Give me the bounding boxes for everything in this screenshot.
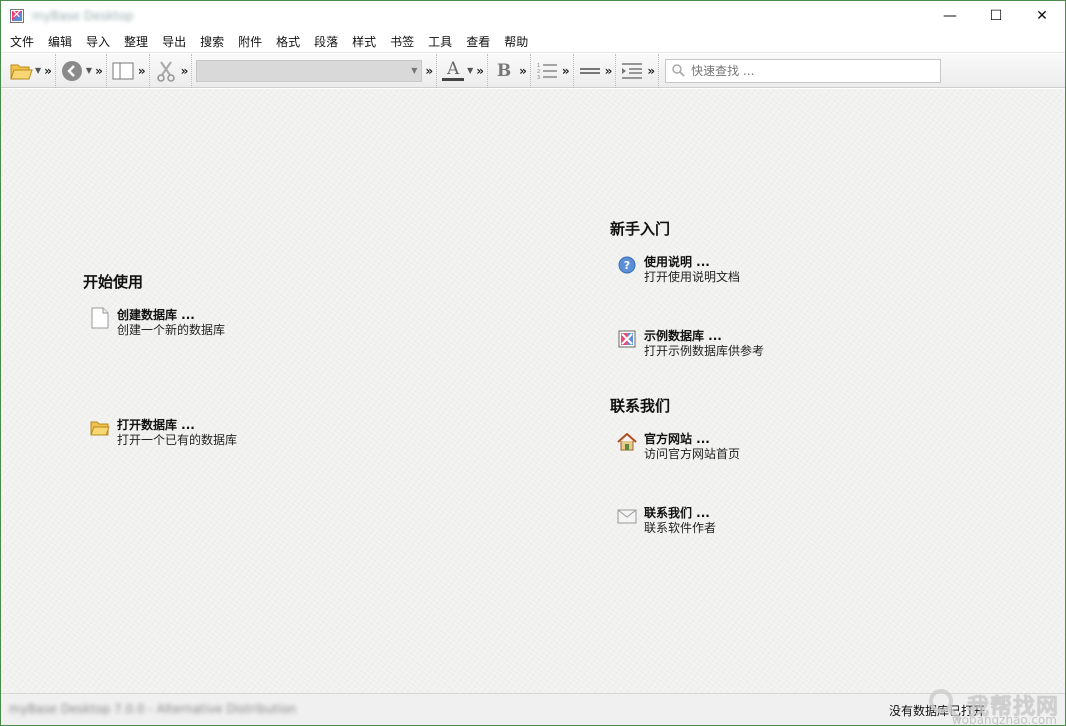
manual-desc: 打开使用说明文档 — [644, 270, 741, 284]
menu-help[interactable]: 帮助 — [497, 31, 535, 53]
back-arrow-icon[interactable] — [60, 59, 84, 83]
scissors-icon[interactable] — [154, 59, 178, 83]
search-icon — [672, 64, 685, 77]
guide-heading: 新手入门 — [610, 220, 671, 238]
indent-icon[interactable] — [620, 59, 644, 83]
menu-organize[interactable]: 整理 — [117, 31, 155, 53]
bold-button[interactable]: B — [492, 59, 516, 83]
toolbar-more-nav[interactable]: » — [95, 64, 103, 78]
create-database-desc: 创建一个新的数据库 — [117, 323, 226, 337]
quick-search-box[interactable] — [665, 58, 942, 83]
close-button[interactable]: ✕ — [1019, 1, 1065, 31]
toolbar-group-list: 123 » — [529, 53, 573, 88]
toolbar-more-layout[interactable]: » — [138, 64, 146, 78]
toolbar-group-font: ▼ » — [191, 53, 436, 88]
watermark-url: wobangzhao.com — [951, 713, 1057, 726]
menu-format[interactable]: 格式 — [269, 31, 307, 53]
manual-link[interactable]: ? 使用说明 ... 打开使用说明文档 — [617, 255, 740, 285]
numbered-list-icon[interactable]: 123 — [535, 59, 559, 83]
toolbar-more-color[interactable]: » — [476, 64, 484, 78]
app-logo-icon — [10, 8, 24, 23]
menu-bar: 文件 编辑 导入 整理 导出 搜索 附件 格式 段落 样式 书签 工具 查看 帮… — [1, 31, 1065, 53]
toolbar-more-bold[interactable]: » — [519, 64, 527, 78]
help-icon: ? — [617, 255, 637, 275]
open-database-title[interactable]: 打开数据库 ... — [117, 418, 237, 433]
quick-search-input[interactable] — [691, 63, 922, 78]
menu-tools[interactable]: 工具 — [421, 31, 459, 53]
toolbar-more-indent[interactable]: » — [647, 64, 655, 78]
toolbar-more-font[interactable]: » — [425, 64, 433, 78]
create-database-title[interactable]: 创建数据库 ... — [117, 308, 225, 323]
chevron-down-icon: ▼ — [411, 66, 418, 75]
sample-db-icon — [617, 329, 637, 349]
menu-attachment[interactable]: 附件 — [231, 31, 269, 53]
font-color-swatch — [442, 77, 465, 81]
toolbar-group-nav: ▼ » — [54, 53, 106, 88]
official-website-link[interactable]: 官方网站 ... 访问官方网站首页 — [617, 432, 740, 462]
font-color-dropdown-arrow[interactable]: ▼ — [467, 66, 473, 75]
welcome-page: 开始使用 创建数据库 ... 创建一个新的数据库 打开数据库 ... 打开一个已… — [1, 89, 1065, 693]
svg-text:?: ? — [624, 259, 630, 272]
font-family-select[interactable]: ▼ — [196, 59, 423, 82]
toolbar-more-edit[interactable]: » — [181, 64, 189, 78]
toolbar-more-file[interactable]: » — [44, 64, 52, 78]
toolbar-more-rule[interactable]: » — [605, 64, 613, 78]
open-database-link[interactable]: 打开数据库 ... 打开一个已有的数据库 — [90, 418, 237, 448]
open-folder-icon — [90, 418, 110, 438]
sample-database-title[interactable]: 示例数据库 ... — [644, 329, 764, 344]
create-database-link[interactable]: 创建数据库 ... 创建一个新的数据库 — [90, 307, 226, 338]
sample-database-link[interactable]: 示例数据库 ... 打开示例数据库供参考 — [617, 329, 764, 359]
menu-search[interactable]: 搜索 — [193, 31, 231, 53]
menu-style[interactable]: 样式 — [345, 31, 383, 53]
official-website-desc: 访问官方网站首页 — [644, 447, 741, 461]
toolbar-group-layout: » — [105, 53, 149, 88]
font-color-icon[interactable]: A — [441, 59, 465, 83]
mail-icon — [617, 506, 637, 526]
toolbar-group-color: A ▼ » — [436, 53, 487, 88]
menu-export[interactable]: 导出 — [155, 31, 193, 53]
contact-heading: 联系我们 — [610, 397, 671, 415]
menu-view[interactable]: 查看 — [459, 31, 497, 53]
window-title: myBase Desktop — [32, 9, 134, 23]
manual-title[interactable]: 使用说明 ... — [644, 255, 740, 270]
menu-file[interactable]: 文件 — [3, 31, 41, 53]
menu-import[interactable]: 导入 — [79, 31, 117, 53]
open-dropdown-arrow[interactable]: ▼ — [35, 66, 41, 75]
horizontal-rule-icon[interactable] — [578, 59, 602, 83]
menu-paragraph[interactable]: 段落 — [307, 31, 345, 53]
contact-author-desc: 联系软件作者 — [644, 521, 717, 535]
toolbar-more-list[interactable]: » — [562, 64, 570, 78]
window-controls: — ☐ ✕ — [927, 1, 1065, 31]
status-bar: myBase Desktop 7.0.0 - Alternative Distr… — [1, 689, 1065, 725]
minimize-button[interactable]: — — [927, 1, 973, 31]
font-color-label: A — [447, 58, 460, 79]
maximize-button[interactable]: ☐ — [973, 1, 1019, 31]
toolbar-group-bold: B » — [487, 53, 530, 88]
bold-label: B — [496, 60, 512, 81]
back-dropdown-arrow[interactable]: ▼ — [86, 66, 92, 75]
watermark: 我帮找网 wobangzhao.com — [927, 687, 1059, 726]
toolbar: ▼ » ▼ » » » ▼ » A ▼ » B » 1 2 3 » » » 快速… — [1, 53, 1065, 88]
menu-bookmark[interactable]: 书签 — [383, 31, 421, 53]
contact-author-link[interactable]: 联系我们 ... 联系软件作者 — [617, 506, 716, 536]
app-window: myBase Desktop — ☐ ✕ 文件 编辑 导入 整理 导出 搜索 附… — [0, 0, 1066, 726]
sample-database-desc: 打开示例数据库供参考 — [644, 344, 765, 358]
toolbar-group-indent: » — [615, 53, 658, 88]
menu-edit[interactable]: 编辑 — [41, 31, 79, 53]
title-bar[interactable]: myBase Desktop — ☐ ✕ — [1, 1, 1065, 31]
start-heading: 开始使用 — [83, 273, 144, 291]
panel-layout-icon[interactable] — [111, 59, 135, 83]
toolbar-group-search — [658, 53, 944, 88]
home-icon — [617, 432, 637, 452]
open-database-desc: 打开一个已有的数据库 — [117, 433, 238, 447]
new-document-icon — [90, 307, 110, 329]
open-folder-icon[interactable] — [9, 59, 33, 83]
contact-author-title[interactable]: 联系我们 ... — [644, 506, 716, 521]
toolbar-group-edit: » — [148, 53, 192, 88]
status-version-text: myBase Desktop 7.0.0 - Alternative Distr… — [9, 702, 297, 716]
toolbar-group-file: ▼ » — [1, 54, 55, 88]
official-website-title[interactable]: 官方网站 ... — [644, 432, 740, 447]
toolbar-group-rule: » — [572, 53, 616, 88]
svg-text:3: 3 — [537, 75, 540, 81]
